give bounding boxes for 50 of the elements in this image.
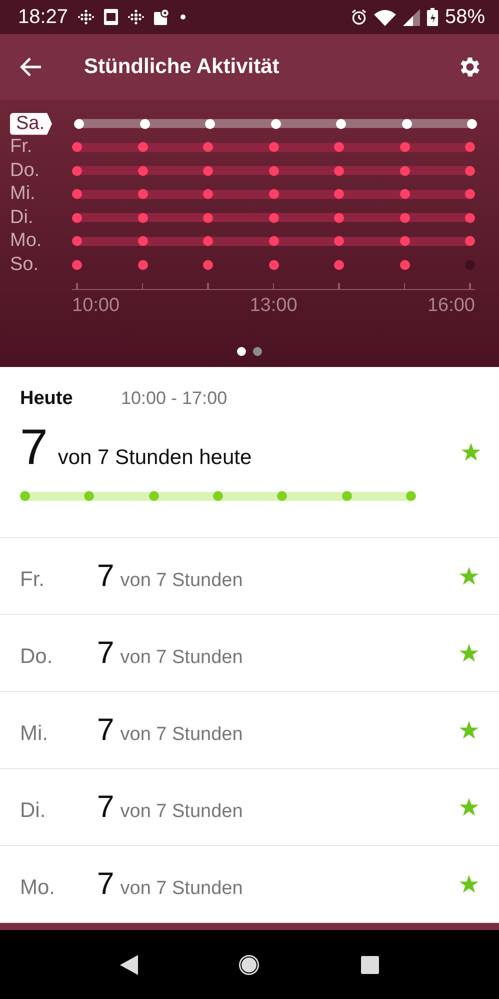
time-range: 10:00 - 17:00 [121,388,228,409]
alarm-icon [350,9,367,25]
day-label[interactable]: Do. [0,160,50,182]
battery-icon [426,8,438,26]
hour-count: 7 [97,558,114,594]
recents-nav-button[interactable] [360,956,379,974]
app-icon [104,9,118,25]
home-icon [238,954,260,976]
back-button[interactable] [20,57,42,77]
day-label[interactable]: Mo. [0,230,50,252]
day-label[interactable]: Di. [0,206,50,229]
screen-title: Stündliche Aktivität [84,55,280,79]
day-label: Mo. [20,876,56,900]
recents-icon [360,956,379,974]
home-nav-button[interactable] [238,954,260,976]
axis-label: 10:00 [72,294,120,316]
dots-icon [78,9,94,25]
hours-summary: von 7 Stunden [120,570,243,592]
hour-count: 7 [97,712,114,748]
hour-count: 7 [20,418,48,476]
dots-icon [128,9,144,25]
day-label[interactable]: Fr. [0,136,50,158]
day-label: Mi. [20,722,49,746]
day-label: Di. [20,799,47,823]
dot-icon [180,14,186,20]
hour-count: 7 [97,789,114,825]
hours-summary: von 7 Stunden heute [58,446,252,470]
back-arrow-icon [20,57,42,77]
hours-summary: von 7 Stunden [120,801,243,823]
axis-label: 16:00 [427,294,475,316]
back-icon [120,954,138,974]
hour-count: 7 [97,866,114,902]
back-nav-button[interactable] [120,954,138,974]
day-label: Fr. [20,568,46,592]
day-label: Do. [20,645,54,669]
hour-count: 7 [97,635,114,671]
axis-label: 13:00 [250,294,298,316]
hours-summary: von 7 Stunden [120,724,243,746]
wifi-icon [374,8,396,26]
day-label[interactable]: Mi. [0,183,50,206]
clock-time: 18:27 [18,6,68,28]
day-label[interactable]: Sa. [10,112,52,135]
page-dot[interactable] [253,346,262,356]
today-title: Heute [20,388,74,410]
battery-percentage: 58% [444,6,485,28]
day-label[interactable]: So. [0,254,50,276]
signal-icon [402,8,420,26]
hours-summary: von 7 Stunden [120,647,243,669]
page-dot[interactable] [237,346,246,356]
hours-summary: von 7 Stunden [120,878,243,900]
